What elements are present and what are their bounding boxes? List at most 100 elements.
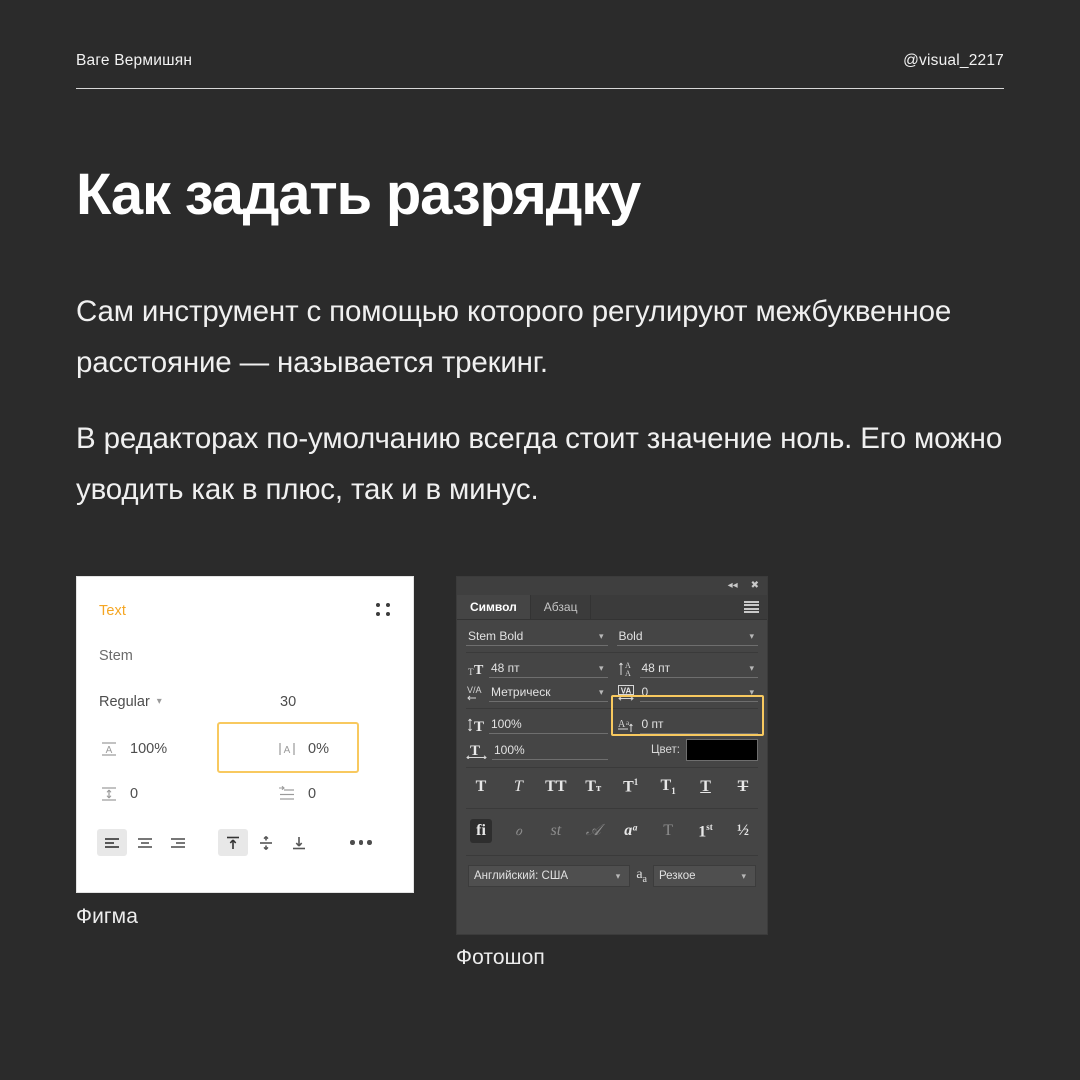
ps-font-style-select[interactable]: Bold ▾ <box>616 627 758 646</box>
glyph-oldstyle[interactable]: aᵃ <box>620 823 642 839</box>
figma-line-height-value: 100% <box>130 741 168 757</box>
social-handle: @visual_2217 <box>903 52 1004 69</box>
ps-language-select[interactable]: Английский: США ▾ <box>468 865 631 888</box>
ps-language-row: Английский: США ▾ aa Резкое ▾ <box>466 862 758 888</box>
chevron-down-icon: ▾ <box>598 630 604 641</box>
body-paragraph-2: В редакторах по-умолчанию всегда стоит з… <box>76 422 1003 506</box>
ps-baseline-shift-field[interactable]: 0 пт <box>639 715 758 734</box>
align-center-button[interactable] <box>130 829 160 856</box>
glyph-all-caps[interactable]: TT <box>545 779 567 795</box>
align-right-button[interactable] <box>163 829 193 856</box>
chevron-down-icon: ▾ <box>615 870 621 881</box>
ps-color-swatch[interactable] <box>686 739 758 761</box>
svg-text:T: T <box>474 719 484 733</box>
figma-apply-styles-icon[interactable] <box>376 603 391 616</box>
figma-font-style-select[interactable]: Regular ▾ <box>99 694 162 710</box>
leading-icon: A A <box>617 659 640 678</box>
glyph-fractions[interactable]: ½ <box>732 823 754 839</box>
align-top-button[interactable] <box>218 829 248 856</box>
glyph-faux-italic[interactable]: T <box>507 779 529 795</box>
letter-spacing-icon: A <box>277 739 297 759</box>
glyph-superscript[interactable]: T1 <box>620 778 642 795</box>
body-paragraph-1: Сам инструмент с помощью которого регули… <box>76 295 952 379</box>
glyph-small-caps[interactable]: Tт <box>582 779 604 795</box>
chevron-down-icon: ▾ <box>741 870 746 881</box>
ps-opentype-row: fi ℴ st 𝒜 aᵃ T 1st ½ <box>466 815 758 857</box>
ps-leading-value: 48 пт <box>641 661 671 675</box>
line <box>744 601 759 603</box>
dot <box>358 840 363 845</box>
ps-font-family-value: Stem Bold <box>468 629 524 643</box>
svg-text:A: A <box>106 745 113 756</box>
ps-kerning-value: Метрическ <box>491 685 551 699</box>
ps-antialias-select[interactable]: Резкое ▾ <box>653 865 756 888</box>
ps-vertical-scale-field[interactable]: 100% <box>489 715 608 734</box>
ps-font-size-field[interactable]: 48 пт ▾ <box>489 659 608 678</box>
glyph-subscript[interactable]: T1 <box>657 777 679 796</box>
ps-leading-field[interactable]: 48 пт ▾ <box>639 659 758 678</box>
font-size-icon: T T <box>466 659 489 678</box>
align-bottom-button[interactable] <box>284 829 314 856</box>
svg-text:VA: VA <box>620 687 631 696</box>
figma-letter-spacing-field[interactable]: A 0% <box>277 739 329 759</box>
dot <box>386 612 390 616</box>
slide-canvas: Ваге Вермишян @visual_2217 Как задать ра… <box>0 0 1080 1080</box>
photoshop-caption: Фотошоп <box>456 946 545 969</box>
figma-paragraph-indent-field[interactable]: 0 <box>277 784 316 804</box>
chevron-down-icon: ▾ <box>749 686 754 697</box>
collapse-icon[interactable]: ◂◂ <box>728 581 738 591</box>
figma-font-family[interactable]: Stem <box>99 648 133 664</box>
ps-vertical-scale-value: 100% <box>491 717 522 731</box>
antialias-icon: aa <box>636 867 647 886</box>
tab-abzac[interactable]: Абзац <box>531 595 592 619</box>
glyph-discretionary-ligatures[interactable]: st <box>545 823 567 839</box>
line <box>744 604 759 607</box>
glyph-ordinals[interactable]: 1st <box>695 822 717 840</box>
header-divider <box>76 88 1004 89</box>
photoshop-body: Stem Bold ▾ Bold ▾ T T 48 пт ▾ A A 48 пт… <box>457 620 767 888</box>
ps-horizontal-scale-field[interactable]: 100% <box>492 741 608 760</box>
glyph-titling-alternates[interactable]: T <box>657 823 679 839</box>
tab-simvol[interactable]: Символ <box>457 595 531 619</box>
figma-paragraph-spacing-field[interactable]: 0 <box>99 784 138 804</box>
photoshop-tabs: Символ Абзац <box>457 595 767 620</box>
align-middle-button[interactable] <box>251 829 281 856</box>
panel-menu-icon[interactable] <box>744 601 759 613</box>
figma-alignment-row <box>97 829 372 856</box>
chevron-down-icon: ▾ <box>749 662 754 673</box>
figma-font-size-input[interactable]: 30 <box>280 694 296 710</box>
ps-antialias-value: Резкое <box>659 870 696 883</box>
page-title: Как задать разрядку <box>76 162 641 227</box>
ps-font-size-value: 48 пт <box>491 661 520 675</box>
ps-tracking-field[interactable]: 0 ▾ <box>639 683 758 702</box>
svg-text:T: T <box>470 743 480 759</box>
align-left-button[interactable] <box>97 829 127 856</box>
line <box>744 611 759 613</box>
glyph-underline[interactable]: T <box>695 779 717 795</box>
figma-more-options-button[interactable] <box>350 840 372 845</box>
ps-scale-section: T 100% A a 0 пт T 100% Цвет: <box>466 715 758 768</box>
svg-text:T: T <box>474 663 484 677</box>
dot <box>350 840 355 845</box>
figma-section-label: Text <box>99 603 126 619</box>
glyph-swash[interactable]: 𝒜 <box>582 823 604 839</box>
ps-font-family-select[interactable]: Stem Bold ▾ <box>466 627 608 646</box>
glyph-standard-ligatures[interactable]: fi <box>470 819 492 844</box>
ps-baseline-shift-value: 0 пт <box>641 717 664 731</box>
figma-paragraph-indent-value: 0 <box>308 786 317 802</box>
ps-kerning-field[interactable]: Метрическ ▾ <box>489 683 608 702</box>
ps-tracking-value: 0 <box>641 685 649 699</box>
glyph-faux-bold[interactable]: T <box>470 779 492 795</box>
close-icon[interactable]: ✖ <box>751 581 759 591</box>
photoshop-character-panel: ◂◂ ✖ Символ Абзац Stem Bold ▾ Bold ▾ T T… <box>456 576 768 935</box>
figma-text-panel: Text Stem Regular ▾ 30 A 100% A 0% 0 0 <box>76 576 414 893</box>
glyph-strikethrough[interactable]: T <box>732 779 754 795</box>
tracking-icon: VA <box>617 683 640 702</box>
dot <box>367 840 372 845</box>
figma-font-style-value: Regular <box>99 694 150 710</box>
figma-line-height-field[interactable]: A 100% <box>99 739 167 759</box>
ps-language-value: Английский: США <box>474 870 569 883</box>
photoshop-titlebar: ◂◂ ✖ <box>457 577 767 595</box>
dot <box>376 612 380 616</box>
glyph-contextual-alternates[interactable]: ℴ <box>507 823 529 839</box>
